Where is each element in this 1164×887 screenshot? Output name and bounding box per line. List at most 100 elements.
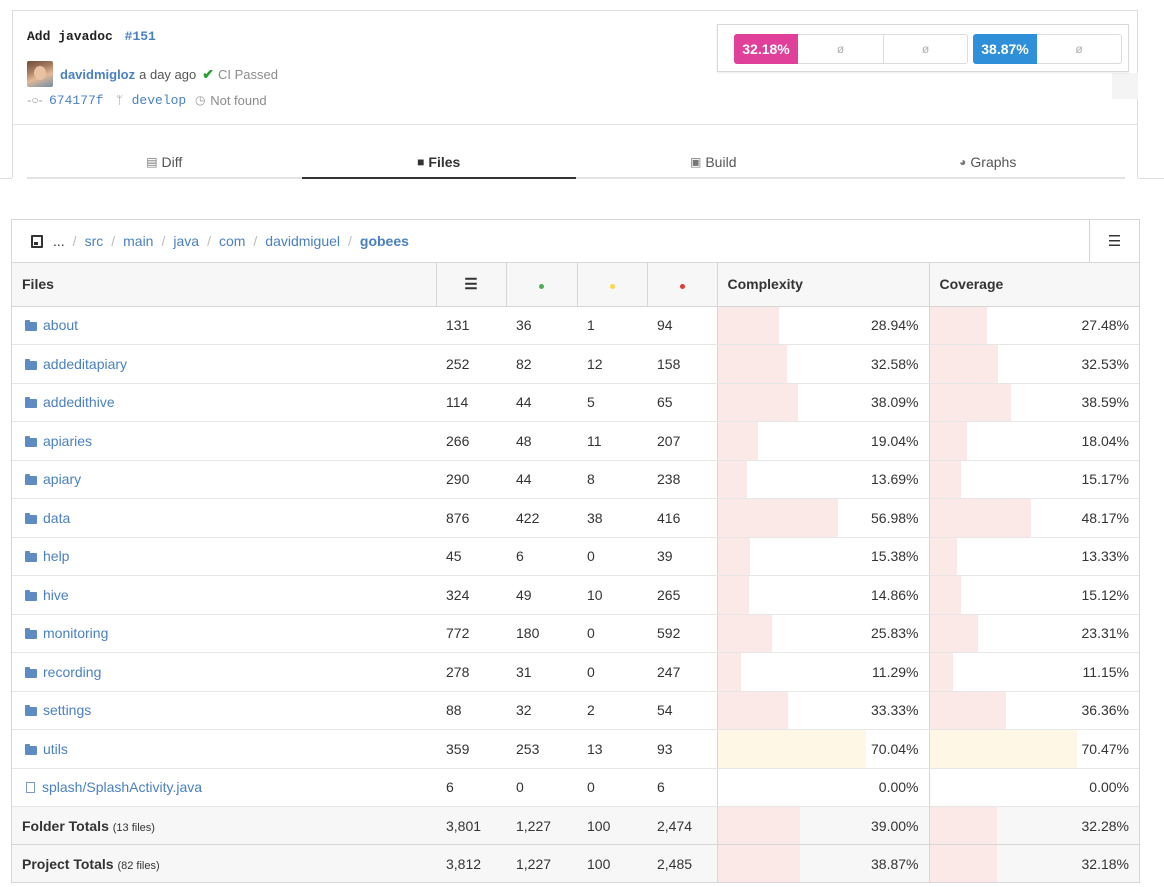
complexity-bar: [717, 345, 787, 383]
complexity-value: 25.83%: [871, 625, 919, 642]
table-row[interactable]: data 876 422 38 416 56.98% 48.17%: [12, 498, 1139, 538]
avatar[interactable]: [27, 61, 53, 87]
file-name-cell: addedithive: [12, 383, 436, 422]
coverage-bar: [929, 730, 1078, 768]
folder-link[interactable]: about: [43, 317, 78, 333]
folder-link[interactable]: monitoring: [43, 625, 108, 641]
lines-cell: 266: [436, 421, 506, 461]
table-row[interactable]: addedithive 114 44 5 65 38.09% 38.59%: [12, 383, 1139, 422]
complexity-cell: 14.86%: [716, 575, 929, 615]
tab-build[interactable]: ▣ Build: [576, 147, 851, 177]
partials-cell: 11: [577, 421, 647, 461]
breadcrumb-item[interactable]: java: [173, 233, 199, 249]
tab-files[interactable]: ■ Files: [301, 147, 577, 179]
table-row[interactable]: settings 88 32 2 54 33.33% 36.36%: [12, 691, 1139, 730]
commit-meta-row: -○- 674177f ᛘ develop ◷ Not found: [27, 91, 266, 109]
hits-cell: 82: [506, 344, 577, 384]
complexity-value: 56.98%: [871, 509, 919, 526]
complexity-bar: [717, 807, 801, 844]
complexity-bar: [717, 653, 742, 691]
commit-icon: -○-: [27, 93, 43, 107]
hits-column-header[interactable]: [505, 263, 577, 307]
header-fold: [1112, 73, 1138, 99]
commit-sha-link[interactable]: 674177f: [49, 93, 104, 108]
hits-dot-icon: [539, 284, 544, 290]
lines-cell: 252: [436, 344, 506, 384]
list-icon: ☰: [1107, 233, 1122, 250]
coverage-column-header[interactable]: Coverage: [928, 263, 1139, 307]
table-row[interactable]: apiary 290 44 8 238 13.69% 15.17%: [12, 460, 1139, 499]
hits-cell: 49: [506, 575, 577, 615]
folder-icon: [25, 743, 37, 755]
repo-icon[interactable]: [31, 234, 43, 248]
misses-column-header[interactable]: [646, 263, 717, 307]
folder-link[interactable]: data: [43, 510, 70, 526]
folder-link[interactable]: settings: [43, 702, 91, 718]
misses-cell: 6: [647, 768, 717, 807]
head-coverage-badge[interactable]: 32.18%: [734, 34, 798, 64]
file-link[interactable]: splash/SplashActivity.java: [42, 779, 202, 795]
folder-link[interactable]: recording: [43, 664, 101, 680]
tab-diff[interactable]: ▤ Diff: [27, 147, 302, 177]
folder-link[interactable]: hive: [43, 587, 69, 603]
folder-link[interactable]: apiary: [43, 471, 81, 487]
breadcrumb-item[interactable]: main: [123, 233, 153, 249]
breadcrumb-item[interactable]: davidmiguel: [265, 233, 340, 249]
folder-icon: [25, 666, 37, 678]
partials-cell: 8: [577, 460, 647, 499]
breadcrumb-item[interactable]: ...: [53, 233, 65, 249]
ci-status[interactable]: CI Passed: [218, 67, 278, 82]
lines-column-header[interactable]: ☰: [435, 263, 506, 307]
coverage-cell: 11.15%: [928, 652, 1139, 692]
file-name-cell: data: [12, 498, 436, 538]
totals-label: Folder Totals: [22, 817, 109, 834]
folder-icon: [25, 435, 37, 447]
coverage-cell: 32.28%: [928, 806, 1139, 845]
breadcrumb-item[interactable]: src: [85, 233, 104, 249]
complexity-badge[interactable]: 38.87%: [973, 34, 1037, 64]
table-row[interactable]: monitoring 772 180 0 592 25.83% 23.31%: [12, 614, 1139, 653]
file-name-cell: hive: [12, 575, 436, 615]
breadcrumb-item[interactable]: com: [219, 233, 245, 249]
complexity-change-badge[interactable]: ø: [1037, 34, 1122, 64]
folder-link[interactable]: addedithive: [43, 394, 115, 410]
folder-link[interactable]: help: [43, 548, 69, 564]
pull-request-link[interactable]: #151: [125, 29, 156, 44]
folder-icon: [25, 551, 37, 563]
table-row[interactable]: apiaries 266 48 11 207 19.04% 18.04%: [12, 421, 1139, 461]
misses-cell: 416: [647, 498, 717, 538]
tab-graphs[interactable]: ◕ Graphs: [851, 147, 1126, 177]
patch-coverage-badge[interactable]: ø: [798, 34, 884, 64]
table-row[interactable]: splash/SplashActivity.java 6 0 0 6 0.00% 0.00%: [12, 768, 1139, 807]
branch-link[interactable]: develop: [132, 93, 187, 108]
header-divider: [13, 124, 1137, 125]
table-row[interactable]: hive 324 49 10 265 14.86% 15.12%: [12, 575, 1139, 615]
hits-cell: 6: [506, 537, 577, 576]
breadcrumb-current[interactable]: gobees: [360, 233, 409, 249]
lines-cell: 278: [436, 652, 506, 692]
folder-link[interactable]: addeditapiary: [43, 356, 127, 372]
table-row[interactable]: addeditapiary 252 82 12 158 32.58% 32.53%: [12, 344, 1139, 384]
folder-link[interactable]: apiaries: [43, 433, 92, 449]
files-column-header[interactable]: Files: [12, 263, 436, 307]
coverage-bar: [929, 460, 962, 498]
partials-cell: 0: [577, 768, 647, 807]
totals-row: Project Totals (82 files) 3,812 1,227 100 2,…: [12, 844, 1139, 882]
totals-label: Project Totals: [22, 855, 114, 872]
change-coverage-badge[interactable]: ø: [883, 34, 968, 64]
file-name-cell: about: [12, 306, 436, 345]
complexity-column-header[interactable]: Complexity: [716, 263, 929, 307]
coverage-value: 32.28%: [1081, 817, 1129, 834]
table-row[interactable]: utils 359 253 13 93 70.04% 70.47%: [12, 729, 1139, 769]
hits-cell: 32: [506, 691, 577, 730]
partials-column-header[interactable]: [576, 263, 647, 307]
complexity-value: 33.33%: [871, 702, 919, 719]
table-row[interactable]: help 45 6 0 39 15.38% 13.33%: [12, 537, 1139, 576]
coverage-cell: 38.59%: [928, 383, 1139, 422]
table-row[interactable]: about 131 36 1 94 28.94% 27.48%: [12, 306, 1139, 345]
author-link[interactable]: davidmigloz: [60, 67, 135, 82]
complexity-cell: 19.04%: [716, 421, 929, 461]
table-row[interactable]: recording 278 31 0 247 11.29% 11.15%: [12, 652, 1139, 692]
list-view-button[interactable]: ☰: [1089, 220, 1139, 262]
folder-link[interactable]: utils: [43, 741, 68, 757]
